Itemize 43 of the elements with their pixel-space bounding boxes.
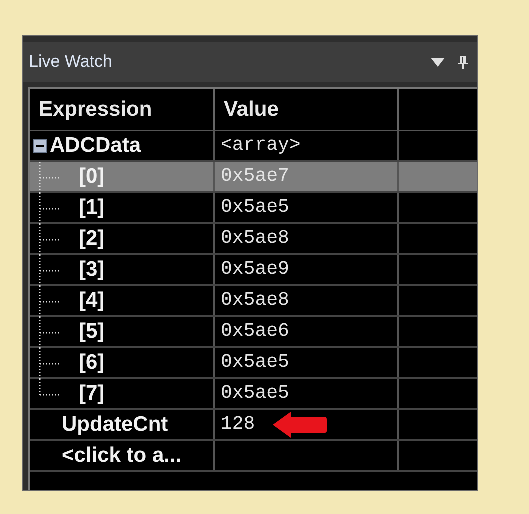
dropdown-icon[interactable] <box>431 58 445 66</box>
tree-connector <box>39 224 62 255</box>
table-row[interactable]: [3] 0x5ae9 <box>30 255 477 286</box>
expression-cell: [6] <box>79 352 105 373</box>
pin-icon[interactable] <box>457 55 469 69</box>
value-cell: 0x5ae7 <box>221 167 290 186</box>
table-row[interactable]: [2] 0x5ae8 <box>30 224 477 255</box>
table-row[interactable]: [4] 0x5ae8 <box>30 286 477 317</box>
value-cell: 0x5ae8 <box>221 291 290 310</box>
value-cell: 0x5ae8 <box>221 229 290 248</box>
tree-connector <box>39 255 62 286</box>
value-cell: 0x5ae5 <box>221 353 290 372</box>
expression-cell: [7] <box>79 383 105 404</box>
expression-cell: ADCData <box>50 135 142 156</box>
expression-cell: [3] <box>79 259 105 280</box>
tree-connector <box>39 317 62 348</box>
table-row[interactable]: <click to a... <box>30 441 477 472</box>
expression-cell: [2] <box>79 228 105 249</box>
tree-connector <box>39 193 62 224</box>
expression-cell: [4] <box>79 290 105 311</box>
value-cell: 0x5ae9 <box>221 260 290 279</box>
window-title: Live Watch <box>29 51 112 74</box>
value-cell: 0x5ae5 <box>221 198 290 217</box>
table-row[interactable]: [1] 0x5ae5 <box>30 193 477 224</box>
expression-cell: UpdateCnt <box>62 414 168 435</box>
table-row[interactable]: [6] 0x5ae5 <box>30 348 477 379</box>
annotation-arrow <box>273 412 327 438</box>
value-cell: <array> <box>221 136 301 155</box>
value-cell: 128 <box>221 415 256 434</box>
expression-cell: [1] <box>79 197 105 218</box>
tree-connector <box>39 162 62 193</box>
collapse-icon[interactable] <box>33 138 47 152</box>
expression-cell: [5] <box>79 321 105 342</box>
table-row[interactable]: [0] 0x5ae7 <box>30 162 477 193</box>
table-row[interactable]: ADCData <array> <box>30 131 477 162</box>
table-row[interactable]: [7] 0x5ae5 <box>30 379 477 410</box>
value-cell: 0x5ae6 <box>221 322 290 341</box>
expression-cell: <click to a... <box>62 445 182 466</box>
value-cell: 0x5ae5 <box>221 384 290 403</box>
expression-cell: [0] <box>79 166 105 187</box>
table-row[interactable]: UpdateCnt 128 <box>30 410 477 441</box>
table-row[interactable]: [5] 0x5ae6 <box>30 317 477 348</box>
tree-connector <box>39 286 62 317</box>
